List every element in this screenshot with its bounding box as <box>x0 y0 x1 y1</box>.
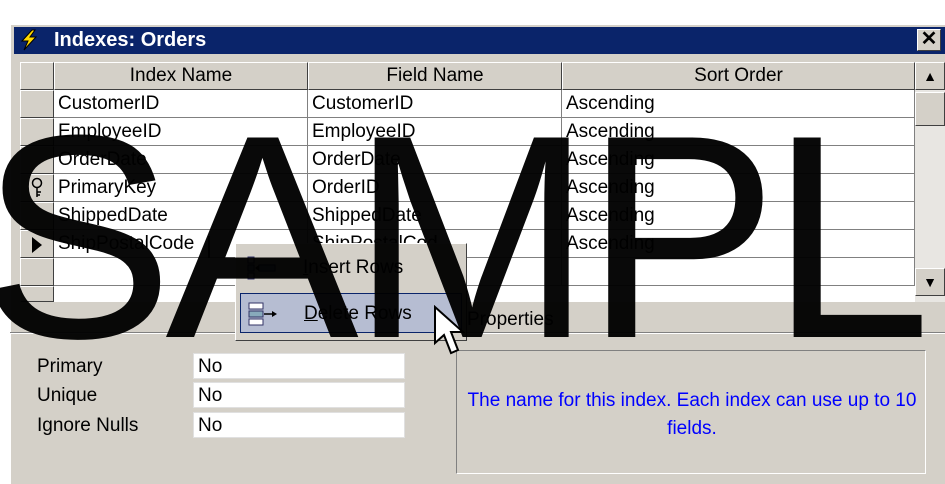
lightning-bolt-icon <box>20 29 38 51</box>
unique-value[interactable]: No <box>193 382 405 408</box>
primary-label: Primary <box>37 356 103 377</box>
help-text: The name for this index. Each index can … <box>467 390 917 439</box>
col-header-sort-order[interactable]: Sort Order <box>562 62 915 90</box>
col-header-index-name[interactable]: Index Name <box>54 62 308 90</box>
row-selector[interactable] <box>20 202 54 230</box>
index-name-cell[interactable]: PrimaryKey <box>54 174 308 202</box>
text-caret <box>208 236 210 258</box>
row-selector[interactable] <box>20 118 54 146</box>
index-name-cell[interactable]: OrderDate <box>54 146 308 174</box>
index-name-cell[interactable]: EmployeeID <box>54 118 308 146</box>
field-name-cell[interactable]: OrderID <box>308 174 562 202</box>
sort-order-cell[interactable]: Ascending <box>562 230 915 258</box>
ignore-nulls-value[interactable]: No <box>193 412 405 438</box>
ignore-nulls-label: Ignore Nulls <box>37 415 139 436</box>
row-selector[interactable] <box>20 146 54 174</box>
properties-label: Properties <box>467 309 554 330</box>
sort-order-cell[interactable]: Ascending <box>562 118 915 146</box>
mouse-pointer-icon <box>434 305 465 355</box>
sort-order-cell[interactable]: Ascending <box>562 174 915 202</box>
delete-mnemonic: D <box>304 303 318 324</box>
delete-rows-menu-item[interactable]: Delete Rows <box>240 293 462 333</box>
scroll-thumb[interactable] <box>915 92 945 126</box>
index-name-cell[interactable]: ShippedDate <box>54 202 308 230</box>
sort-order-cell[interactable]: Ascending <box>562 146 915 174</box>
field-name-cell[interactable]: EmployeeID <box>308 118 562 146</box>
insert-rows-menu-item[interactable]: Insert Rows <box>240 248 462 288</box>
row-selector[interactable] <box>20 286 54 302</box>
insert-rows-label: nsert Rows <box>308 257 404 278</box>
row-pointer-icon <box>32 237 42 253</box>
row-selector[interactable] <box>20 258 54 286</box>
col-header-field-name[interactable]: Field Name <box>308 62 562 90</box>
field-name-cell[interactable]: ShippedDate <box>308 202 562 230</box>
row-selector[interactable] <box>20 174 54 202</box>
close-button[interactable]: ✕ <box>917 29 941 51</box>
delete-rows-label: elete Rows <box>317 303 412 324</box>
primary-key-icon <box>31 177 43 197</box>
window-title: Indexes: Orders <box>54 29 207 51</box>
row-selector[interactable] <box>20 90 54 118</box>
sort-order-cell[interactable]: Ascending <box>562 202 915 230</box>
scroll-up-button[interactable]: ▲ <box>915 62 945 90</box>
scroll-down-button[interactable]: ▼ <box>915 268 945 296</box>
insert-rows-icon <box>247 256 276 280</box>
properties-divider <box>10 332 945 334</box>
field-name-cell[interactable]: OrderDate <box>308 146 562 174</box>
sort-order-cell[interactable]: Ascending <box>562 90 915 118</box>
row-selector[interactable] <box>20 230 54 258</box>
grid-corner[interactable] <box>20 62 54 90</box>
title-bar: Indexes: Orders <box>14 27 945 54</box>
delete-rows-icon <box>248 302 277 326</box>
field-name-cell[interactable]: CustomerID <box>308 90 562 118</box>
primary-value[interactable]: No <box>193 353 405 379</box>
unique-label: Unique <box>37 385 98 406</box>
index-name-cell[interactable]: CustomerID <box>54 90 308 118</box>
empty-cell[interactable] <box>562 258 915 286</box>
